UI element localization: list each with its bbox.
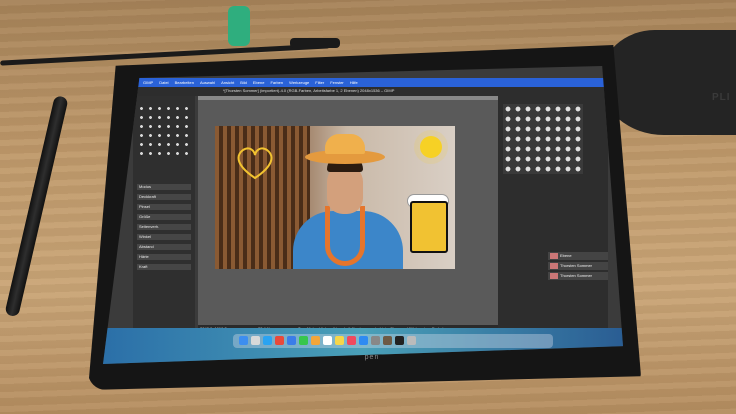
brushes-grid[interactable] [503, 104, 583, 174]
tool-option-row[interactable]: Abstand [137, 244, 191, 250]
trash-icon[interactable] [407, 336, 416, 345]
menu-bar: GIMP Datei Bearbeiten Auswahl Ansicht Bi… [103, 78, 623, 87]
menu-item[interactable]: Hilfe [350, 78, 358, 87]
cable [290, 38, 340, 48]
notes-icon[interactable] [335, 336, 344, 345]
edited-photo[interactable] [215, 126, 455, 269]
terminal-icon[interactable] [395, 336, 404, 345]
tool-option-row[interactable]: Modus [137, 184, 191, 190]
mousepad-logo: PLI [712, 92, 731, 103]
tool-option-row[interactable]: Seitenverh. [137, 224, 191, 230]
menu-item[interactable]: Bild [240, 78, 247, 87]
menu-item[interactable]: GIMP [143, 78, 153, 87]
settings-icon[interactable] [371, 336, 380, 345]
drawn-heart-icon [237, 147, 273, 180]
tool-icons-grid[interactable] [137, 104, 191, 158]
menu-item[interactable]: Ansicht [221, 78, 234, 87]
menu-item[interactable]: Auswahl [200, 78, 215, 87]
tool-option-row[interactable]: Größe [137, 214, 191, 220]
layer-row[interactable]: Ebene [548, 252, 608, 260]
menu-item[interactable]: Fenster [330, 78, 344, 87]
tool-option-row[interactable]: Kraft [137, 264, 191, 270]
chrome-icon[interactable] [275, 336, 284, 345]
menu-item[interactable]: Filter [315, 78, 324, 87]
layer-thumbnail [550, 253, 558, 259]
menu-item[interactable]: Datei [159, 78, 168, 87]
safari-icon[interactable] [263, 336, 272, 345]
menu-item[interactable]: Bearbeiten [175, 78, 194, 87]
music-icon[interactable] [347, 336, 356, 345]
app-store-icon[interactable] [359, 336, 368, 345]
tool-option-row[interactable]: Härte [137, 254, 191, 260]
messages-icon[interactable] [299, 336, 308, 345]
tool-option-row[interactable]: Winkel [137, 234, 191, 240]
drawn-beer-mug-icon [410, 201, 448, 253]
layer-thumbnail [550, 273, 558, 279]
mail-icon[interactable] [287, 336, 296, 345]
cable-plug [228, 6, 250, 46]
layer-row[interactable]: Thorsten Sommer [548, 272, 608, 280]
mousepad [600, 30, 736, 135]
calendar-icon[interactable] [323, 336, 332, 345]
layer-thumbnail [550, 263, 558, 269]
layer-row[interactable]: Thorsten Sommer [548, 262, 608, 270]
menu-item[interactable]: Farben [270, 78, 283, 87]
finder-icon[interactable] [239, 336, 248, 345]
tablet-screen: GIMP Datei Bearbeiten Auswahl Ansicht Bi… [103, 66, 623, 364]
tool-option-row[interactable]: Deckkraft [137, 194, 191, 200]
window-title-bar: *[Thorsten Sommer] (importiert)-4.0 (RGB… [103, 87, 623, 96]
photos-icon[interactable] [311, 336, 320, 345]
flower-lei [325, 206, 365, 266]
menu-item[interactable]: Ebene [253, 78, 265, 87]
gimp-icon[interactable] [383, 336, 392, 345]
launchpad-icon[interactable] [251, 336, 260, 345]
tool-option-row[interactable]: Pinsel [137, 204, 191, 210]
menu-item[interactable]: Werkzeuge [289, 78, 309, 87]
window-title: *[Thorsten Sommer] (importiert)-4.0 (RGB… [223, 88, 395, 93]
macos-dock [233, 334, 553, 348]
sombrero-crown [325, 134, 365, 154]
drawn-sun-icon [420, 136, 442, 158]
